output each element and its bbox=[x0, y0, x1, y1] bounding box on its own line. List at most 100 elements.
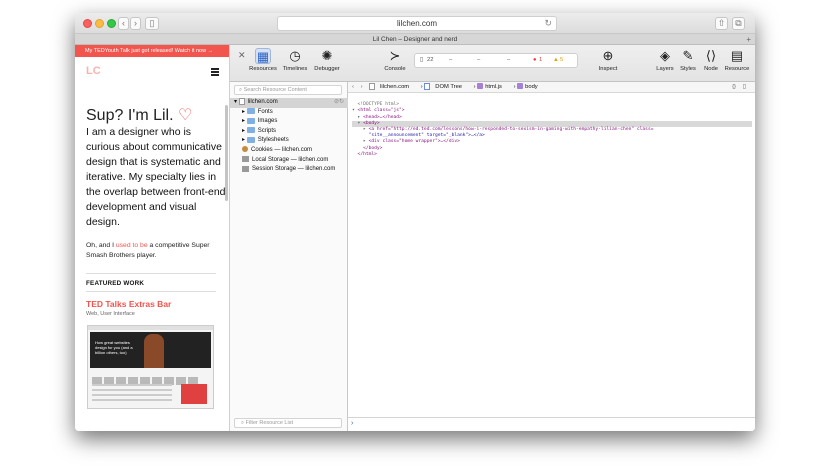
reload-resource-icon[interactable]: ⊘↻ bbox=[334, 98, 344, 108]
tab-resource[interactable]: ▤ Resource bbox=[723, 48, 751, 72]
tab-debugger[interactable]: ✺ Debugger bbox=[312, 48, 342, 72]
tab-resources[interactable]: ▦ Resources bbox=[248, 48, 278, 72]
tree-label: Session Storage — lilchen.com bbox=[252, 166, 336, 173]
cookie-icon bbox=[242, 146, 248, 153]
dom-node[interactable]: </html> bbox=[352, 152, 752, 158]
breadcrumb-item[interactable]: › html.js bbox=[474, 83, 507, 90]
resources-sidebar: ⌕ Search Resource Content ▾ lilchen.com … bbox=[230, 82, 348, 431]
minimize-window-button[interactable] bbox=[95, 19, 104, 28]
tabs-overview-icon[interactable]: ⧉ bbox=[732, 17, 745, 30]
folder-icon bbox=[246, 108, 255, 115]
tab-label: Layers bbox=[656, 66, 674, 72]
filter-resource-input[interactable]: ⌕ Filter Resource List bbox=[234, 418, 342, 428]
tab-label: Styles bbox=[680, 66, 696, 72]
node-icon: ⟨⟩ bbox=[705, 48, 717, 63]
address-bar[interactable]: lilchen.com ↻ bbox=[277, 16, 557, 31]
web-page: My TEDYouth Talk just got released! Watc… bbox=[75, 45, 230, 431]
share-icon[interactable]: ⇧ bbox=[715, 17, 728, 30]
divider bbox=[86, 291, 216, 292]
used-to-be-link[interactable]: used to be bbox=[116, 242, 148, 249]
work-subtitle: Web, User Interface bbox=[86, 311, 135, 317]
url-text: lilchen.com bbox=[396, 19, 437, 28]
tree-label: Scripts bbox=[257, 127, 277, 134]
tree-label: Fonts bbox=[257, 108, 273, 115]
tab-title[interactable]: Lil Chen – Designer and nerd bbox=[373, 36, 458, 43]
divider bbox=[86, 273, 216, 274]
tree-item-scripts[interactable]: ▸ Scripts bbox=[230, 127, 348, 137]
tree-item-fonts[interactable]: ▸ Fonts bbox=[230, 108, 348, 118]
debugger-icon: ✺ bbox=[321, 48, 333, 63]
forward-button[interactable]: › bbox=[130, 17, 141, 30]
storage-icon bbox=[242, 155, 249, 162]
tab-layers[interactable]: ◈ Layers bbox=[654, 48, 676, 72]
resource-icon: ▤ bbox=[730, 48, 744, 63]
sidebar-icon[interactable]: ▯ bbox=[145, 17, 159, 30]
tree-item-stylesheets[interactable]: ▸ Stylesheets bbox=[230, 136, 348, 146]
tree-item-images[interactable]: ▸ Images bbox=[230, 117, 348, 127]
tab-timelines[interactable]: ◷ Timelines bbox=[280, 48, 310, 72]
tab-node[interactable]: ⟨⟩ Node bbox=[700, 48, 722, 72]
tree-label: Cookies — lilchen.com bbox=[251, 146, 313, 153]
featured-work-heading: FEATURED WORK bbox=[86, 280, 145, 287]
tree-item-root[interactable]: ▾ lilchen.com ⊘↻ bbox=[230, 98, 348, 108]
braces-icon[interactable]: {} bbox=[732, 82, 736, 93]
folder-icon bbox=[246, 136, 255, 143]
work-title-link[interactable]: TED Talks Extras Bar bbox=[86, 299, 171, 309]
tab-console[interactable]: ≻ Console bbox=[382, 48, 408, 72]
console-prompt[interactable]: › bbox=[348, 417, 755, 431]
breadcrumb-item[interactable]: lilchen.com bbox=[369, 82, 414, 90]
tab-label: Debugger bbox=[314, 66, 340, 72]
folder-icon bbox=[246, 127, 255, 134]
site-logo[interactable]: LC bbox=[86, 65, 101, 77]
activity-status[interactable]: ▯ 22 – – – ● 1 ▲ 5 bbox=[414, 53, 578, 68]
console-icon: ≻ bbox=[389, 48, 401, 63]
dom-tree-panel: ‹ › lilchen.com › DOM Tree › html.js › b… bbox=[348, 82, 755, 431]
breadcrumb-item[interactable]: › DOM Tree bbox=[421, 82, 467, 90]
timelines-icon: ◷ bbox=[289, 48, 301, 63]
reload-icon[interactable]: ↻ bbox=[544, 17, 552, 30]
tree-label: Stylesheets bbox=[257, 137, 289, 144]
work-thumbnail[interactable]: How great websites design for you (and a… bbox=[87, 325, 214, 409]
smash-text-pre: Oh, and I bbox=[86, 242, 116, 249]
dom-tree: <!DOCTYPE html> ▾ <html class="js"> ▸ <he… bbox=[352, 96, 752, 170]
status-transfer: – bbox=[477, 57, 481, 63]
web-inspector: ✕ ▦ Resources ◷ Timelines ✺ Debugger ≻ C… bbox=[230, 45, 755, 431]
forward-nav-icon[interactable]: › bbox=[361, 84, 363, 90]
tree-item-session-storage[interactable]: Session Storage — lilchen.com bbox=[230, 165, 348, 175]
tree-item-local-storage[interactable]: Local Storage — lilchen.com bbox=[230, 155, 348, 166]
close-inspector-icon[interactable]: ✕ bbox=[238, 50, 246, 61]
announcement-banner[interactable]: My TEDYouth Talk just got released! Watc… bbox=[75, 45, 229, 57]
breadcrumb-item[interactable]: › body bbox=[514, 83, 543, 90]
error-count: 1 bbox=[539, 57, 543, 63]
menu-icon[interactable] bbox=[211, 68, 219, 77]
tab-label: Node bbox=[704, 66, 718, 72]
search-placeholder: Search Resource Content bbox=[243, 87, 307, 93]
document-icon: ▯ bbox=[420, 57, 424, 63]
error-icon: ● bbox=[533, 57, 537, 63]
close-window-button[interactable] bbox=[83, 19, 92, 28]
inspect-button[interactable]: ⊕ Inspect bbox=[595, 48, 621, 72]
tree-label: Local Storage — lilchen.com bbox=[252, 156, 329, 163]
smash-paragraph: Oh, and I used to be a competitive Super… bbox=[86, 241, 226, 261]
tab-styles[interactable]: ✎ Styles bbox=[677, 48, 699, 72]
resources-icon: ▦ bbox=[255, 48, 271, 64]
back-nav-icon[interactable]: ‹ bbox=[352, 84, 354, 90]
inspector-toolbar: ✕ ▦ Resources ◷ Timelines ✺ Debugger ≻ C… bbox=[230, 45, 755, 82]
split-view-icon[interactable]: ▯ bbox=[743, 82, 746, 93]
page-icon bbox=[238, 98, 245, 105]
tab-label: Console bbox=[384, 66, 406, 72]
new-tab-button[interactable]: + bbox=[746, 34, 751, 45]
greeting-text: Sup? I'm Lil. bbox=[86, 107, 174, 124]
folder-icon bbox=[246, 117, 255, 124]
page-scrollbar[interactable] bbox=[225, 105, 228, 201]
resource-tree: ▾ lilchen.com ⊘↻ ▸ Fonts ▸ Images ▸ Scri… bbox=[230, 98, 348, 175]
status-time: – bbox=[507, 57, 511, 63]
warning-icon: ▲ bbox=[553, 57, 559, 63]
search-resource-input[interactable]: ⌕ Search Resource Content bbox=[234, 85, 342, 95]
zoom-window-button[interactable] bbox=[107, 19, 116, 28]
storage-icon bbox=[242, 165, 249, 172]
tree-item-cookies[interactable]: Cookies — lilchen.com bbox=[230, 146, 348, 156]
back-button[interactable]: ‹ bbox=[118, 17, 129, 30]
tab-label: Inspect bbox=[598, 66, 618, 72]
layers-icon: ◈ bbox=[660, 48, 670, 63]
